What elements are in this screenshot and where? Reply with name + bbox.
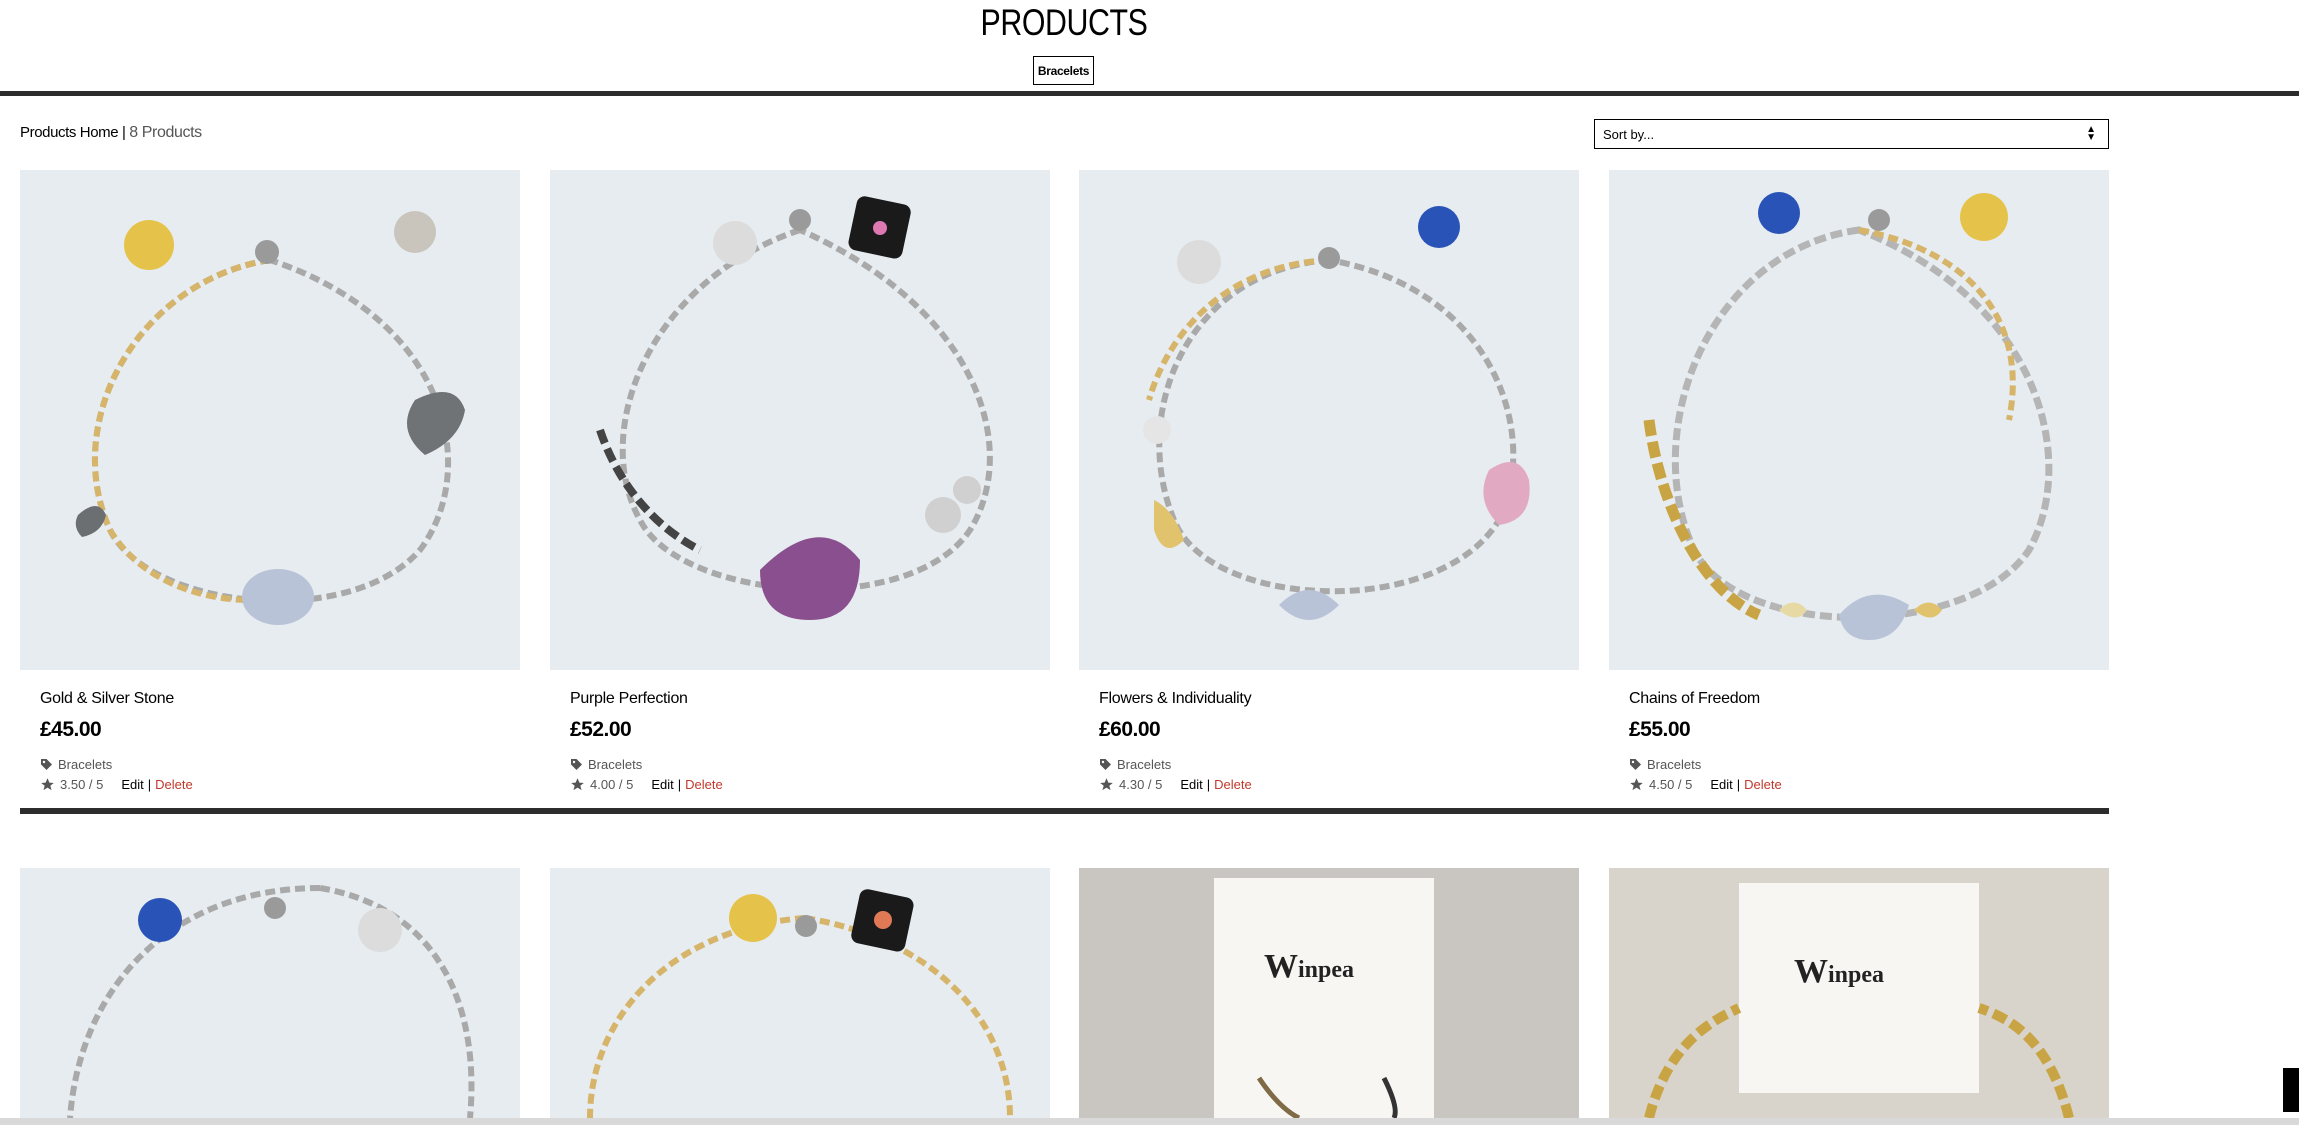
product-image[interactable]: Winpea — [1609, 868, 2109, 1118]
rating-value: 4.30 / 5 — [1119, 777, 1163, 792]
product-rating: 3.50 / 5 — [40, 777, 103, 792]
header-divider — [0, 91, 2299, 96]
product-category[interactable]: Bracelets — [1099, 754, 1569, 774]
product-image[interactable] — [20, 170, 520, 670]
product-info: Gold & Silver Stone £45.00 Bracelets 3.5… — [40, 690, 510, 792]
edit-link[interactable]: Edit — [1710, 777, 1732, 792]
star-icon — [1100, 778, 1113, 791]
tag-icon — [571, 758, 582, 770]
page-bottom-edge — [0, 1118, 2299, 1125]
product-category-label: Bracelets — [1117, 756, 1172, 772]
star-icon — [41, 778, 54, 791]
product-info: Flowers & Individuality £60.00 Bracelets… — [1099, 690, 1569, 792]
product-name[interactable]: Gold & Silver Stone — [40, 690, 510, 714]
product-price: £60.00 — [1099, 718, 1161, 741]
brand-logo: Winpea — [1264, 948, 1355, 985]
product-meta: 4.50 / 5 Edit | Delete — [1629, 777, 2099, 792]
breadcrumb-home-link[interactable]: Products Home — [20, 124, 119, 141]
product-price: £52.00 — [570, 718, 632, 741]
action-separator: | — [677, 777, 682, 792]
product-category[interactable]: Bracelets — [570, 754, 1040, 774]
product-name[interactable]: Purple Perfection — [570, 690, 1040, 714]
breadcrumb-separator: | — [118, 124, 130, 141]
rating-value: 4.00 / 5 — [590, 777, 634, 792]
row-divider — [20, 808, 2109, 814]
product-image[interactable] — [550, 170, 1050, 670]
product-info: Chains of Freedom £55.00 Bracelets 4.50 … — [1629, 690, 2099, 792]
sort-select-value: Sort by... — [1603, 126, 1655, 142]
delete-link[interactable]: Delete — [155, 777, 193, 792]
edit-link[interactable]: Edit — [651, 777, 673, 792]
product-image[interactable] — [550, 868, 1050, 1118]
breadcrumb: Products Home | 8 Products — [20, 124, 202, 142]
product-name[interactable]: Flowers & Individuality — [1099, 690, 1569, 714]
delete-link[interactable]: Delete — [1744, 777, 1782, 792]
brand-logo: Winpea — [1794, 953, 1885, 990]
product-category-label: Bracelets — [588, 756, 643, 772]
sort-arrows-icon: ▲ ▼ — [2086, 124, 2096, 143]
star-icon — [571, 778, 584, 791]
delete-link[interactable]: Delete — [685, 777, 723, 792]
product-rating: 4.50 / 5 — [1629, 777, 1692, 792]
product-rating: 4.30 / 5 — [1099, 777, 1162, 792]
action-separator: | — [1736, 777, 1741, 792]
product-meta: 3.50 / 5 Edit | Delete — [40, 777, 510, 792]
delete-link[interactable]: Delete — [1214, 777, 1252, 792]
edit-link[interactable]: Edit — [121, 777, 143, 792]
tag-icon — [1100, 758, 1111, 770]
product-category[interactable]: Bracelets — [40, 754, 510, 774]
product-image[interactable] — [1079, 170, 1579, 670]
product-name[interactable]: Chains of Freedom — [1629, 690, 2099, 714]
scroll-to-top-button[interactable] — [2283, 1068, 2299, 1112]
rating-value: 3.50 / 5 — [60, 777, 104, 792]
product-info: Purple Perfection £52.00 Bracelets 4.00 … — [570, 690, 1040, 792]
page-title: PRODUCTS — [980, 2, 1148, 43]
action-separator: | — [147, 777, 152, 792]
product-category-label: Bracelets — [1647, 756, 1702, 772]
action-separator: | — [1206, 777, 1211, 792]
product-image[interactable]: Winpea — [1079, 868, 1579, 1118]
tag-icon — [1630, 758, 1641, 770]
rating-value: 4.50 / 5 — [1649, 777, 1693, 792]
product-image[interactable] — [20, 868, 520, 1118]
star-icon — [1630, 778, 1643, 791]
product-category[interactable]: Bracelets — [1629, 754, 2099, 774]
product-meta: 4.30 / 5 Edit | Delete — [1099, 777, 1569, 792]
edit-link[interactable]: Edit — [1180, 777, 1202, 792]
product-image[interactable] — [1609, 170, 2109, 670]
tag-icon — [41, 758, 52, 770]
product-price: £45.00 — [40, 718, 102, 741]
product-meta: 4.00 / 5 Edit | Delete — [570, 777, 1040, 792]
sort-select[interactable]: Sort by... ▲ ▼ — [1594, 119, 2109, 149]
product-category-label: Bracelets — [58, 756, 113, 772]
product-price: £55.00 — [1629, 718, 1691, 741]
product-count: 8 Products — [129, 124, 202, 141]
product-rating: 4.00 / 5 — [570, 777, 633, 792]
category-filter-bracelets[interactable]: Bracelets — [1033, 56, 1094, 85]
